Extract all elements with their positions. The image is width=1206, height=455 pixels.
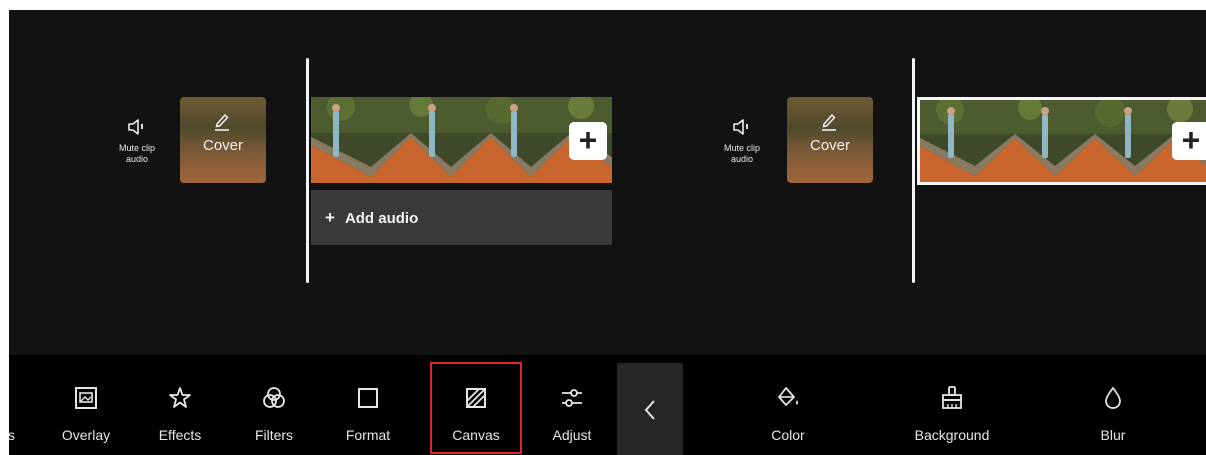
mute-clip-audio-button[interactable]: Mute clip audio [97, 117, 177, 165]
selected-tool-highlight [430, 362, 522, 454]
add-clip-button[interactable]: + [569, 122, 607, 160]
paint-bucket-icon [778, 387, 798, 406]
tool-label: Effects [158, 427, 202, 443]
plus-icon: + [325, 208, 335, 227]
droplet-icon [1105, 386, 1121, 409]
playhead-2[interactable] [912, 58, 915, 283]
chevron-left-icon [644, 400, 655, 420]
mute-clip-label: Mute clip audio [723, 143, 760, 164]
tool-format[interactable]: Format [331, 355, 405, 455]
cover-label: Cover [809, 137, 850, 154]
pencil-icon [822, 113, 836, 131]
overlay-icon [75, 387, 97, 409]
adjust-icon [562, 389, 582, 407]
option-label: Color [771, 427, 805, 443]
option-label: Background [914, 427, 990, 443]
canvas-option-color[interactable]: Color [739, 355, 837, 455]
filters-icon [263, 387, 285, 408]
speaker-icon [128, 119, 143, 135]
tool-filters[interactable]: Filters [237, 355, 311, 455]
tool-label: rs [9, 427, 15, 443]
back-button[interactable] [617, 363, 683, 455]
tool-stickers-partial[interactable]: rs [9, 355, 29, 455]
brush-icon [942, 386, 962, 409]
bottom-toolbar: rs Overlay Effects Filters [9, 355, 1206, 455]
mute-clip-label: Mute clip audio [118, 143, 155, 164]
mute-clip-audio-button-2[interactable]: Mute clip audio [702, 117, 782, 165]
tool-label: Adjust [552, 427, 592, 443]
add-audio-label: Add audio [344, 210, 419, 227]
clip-thumbnails [920, 100, 1206, 182]
editor-screen: Mute clip audio Cover + + Add audio Mute… [9, 10, 1206, 455]
cover-button-2[interactable]: Cover [787, 97, 873, 183]
video-clip[interactable]: + [311, 97, 612, 183]
tool-overlay[interactable]: Overlay [49, 355, 123, 455]
option-label: Blur [1100, 427, 1126, 443]
clip-thumbnails [311, 97, 612, 183]
tool-label: Format [345, 427, 391, 443]
playhead[interactable] [306, 58, 309, 283]
format-icon [358, 388, 378, 408]
timeline-area: Mute clip audio Cover + + Add audio Mute… [9, 10, 1206, 355]
add-clip-button-2[interactable]: + [1172, 122, 1206, 160]
tool-label: Filters [254, 427, 294, 443]
effects-icon [169, 387, 191, 408]
cover-label: Cover [202, 137, 243, 154]
canvas-option-blur[interactable]: Blur [1073, 355, 1153, 455]
canvas-option-background[interactable]: Background [897, 355, 1007, 455]
tool-label: Overlay [61, 427, 111, 443]
tool-adjust[interactable]: Adjust [535, 355, 609, 455]
add-audio-button[interactable]: + Add audio [311, 190, 612, 245]
speaker-icon [733, 119, 748, 135]
pencil-icon [215, 113, 229, 131]
cover-button[interactable]: Cover [180, 97, 266, 183]
tool-effects[interactable]: Effects [143, 355, 217, 455]
video-clip-selected[interactable]: + [920, 100, 1206, 182]
